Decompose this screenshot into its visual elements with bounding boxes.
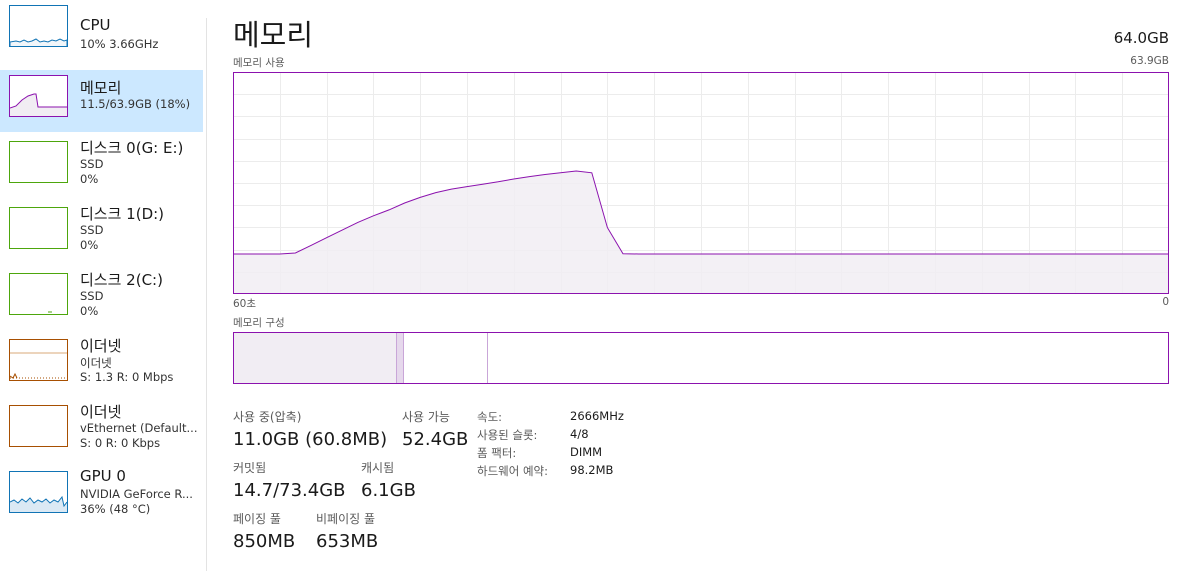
cpu-thumbnail-graph <box>9 5 68 47</box>
gpu-thumbnail-graph <box>9 471 68 513</box>
available-value: 52.4GB <box>402 429 469 450</box>
sidebar-item-title: 디스크 2(C:) <box>80 271 163 289</box>
cached-label: 캐시됨 <box>361 461 395 475</box>
sidebar-item-title: 디스크 0(G: E:) <box>80 139 184 157</box>
usage-graph-label: 메모리 사용 <box>233 57 285 69</box>
composition-modified[interactable] <box>397 333 404 383</box>
speed-value: 2666MHz <box>570 409 624 423</box>
composition-label: 메모리 구성 <box>233 317 285 329</box>
sidebar-item-memory[interactable]: 메모리 11.5/63.9GB (18%) <box>0 70 203 132</box>
sidebar-item-title: 이더넷 <box>80 403 122 421</box>
composition-free[interactable] <box>488 333 1167 383</box>
sidebar-item-value: 0% <box>80 304 99 318</box>
disk-thumbnail-graph <box>9 207 68 249</box>
sidebar-item-detail: 11.5/63.9GB (18%) <box>80 97 191 111</box>
sidebar-item-value: S: 1.3 R: 0 Mbps <box>80 370 174 384</box>
in-use-value: 11.0GB (60.8MB) <box>233 429 388 450</box>
usage-graph-max: 63.9GB <box>1130 55 1169 67</box>
sidebar-item-disk-1[interactable]: 디스크 1(D:) SSD 0% <box>0 202 203 264</box>
speed-label: 속도: <box>477 410 503 424</box>
sidebar-item-detail: 10% 3.66GHz <box>80 37 159 51</box>
sidebar-item-detail: SSD <box>80 157 104 171</box>
in-use-label: 사용 중(압축) <box>233 410 302 424</box>
sidebar-item-detail: SSD <box>80 289 104 303</box>
sidebar: CPU 10% 3.66GHz 메모리 11.5/63.9GB (18%) 디스… <box>0 0 203 571</box>
slots-used-value: 4/8 <box>570 427 589 441</box>
hardware-reserved-label: 하드웨어 예약: <box>477 464 549 478</box>
nonpaged-pool-value: 653MB <box>316 531 379 552</box>
sidebar-item-title: 메모리 <box>80 79 122 97</box>
cached-value: 6.1GB <box>361 480 416 501</box>
sidebar-item-disk-2[interactable]: 디스크 2(C:) SSD 0% <box>0 268 203 330</box>
sidebar-item-ethernet[interactable]: 이더넷 이더넷 S: 1.3 R: 0 Mbps <box>0 334 203 396</box>
sidebar-item-value: 0% <box>80 172 99 186</box>
sidebar-item-detail: SSD <box>80 223 104 237</box>
sidebar-item-vethernet[interactable]: 이더넷 vEthernet (Default... S: 0 R: 0 Kbps <box>0 400 203 462</box>
available-label: 사용 가능 <box>402 410 450 424</box>
page-title: 메모리 <box>233 18 314 52</box>
axis-label-start: 60초 <box>233 298 257 310</box>
ethernet-thumbnail-graph <box>9 339 68 381</box>
memory-usage-chart <box>233 72 1169 294</box>
form-factor-value: DIMM <box>570 445 603 459</box>
memory-thumbnail-graph <box>9 75 68 117</box>
composition-in-use[interactable] <box>234 333 397 383</box>
disk-thumbnail-graph <box>9 273 68 315</box>
sidebar-item-disk-0[interactable]: 디스크 0(G: E:) SSD 0% <box>0 136 203 198</box>
form-factor-label: 폼 팩터: <box>477 446 517 460</box>
sidebar-item-cpu[interactable]: CPU 10% 3.66GHz <box>0 0 203 62</box>
committed-label: 커밋됨 <box>233 461 267 475</box>
axis-label-end: 0 <box>1162 296 1169 308</box>
sidebar-item-title: 이더넷 <box>80 337 122 355</box>
committed-value: 14.7/73.4GB <box>233 480 346 501</box>
sidebar-item-value: 36% (48 °C) <box>80 502 151 516</box>
memory-detail-pane: 메모리 64.0GB 메모리 사용 63.9GB 60초 0 메모리 구성 사용… <box>207 0 1189 571</box>
paged-pool-value: 850MB <box>233 531 296 552</box>
sidebar-item-detail: vEthernet (Default... <box>80 421 198 435</box>
memory-composition-bar[interactable] <box>233 332 1169 384</box>
paged-pool-label: 페이징 풀 <box>233 512 281 526</box>
disk-thumbnail-graph <box>9 141 68 183</box>
sidebar-item-title: 디스크 1(D:) <box>80 205 165 223</box>
hardware-reserved-value: 98.2MB <box>570 463 614 477</box>
sidebar-item-gpu-0[interactable]: GPU 0 NVIDIA GeForce R... 36% (48 °C) <box>0 466 203 528</box>
slots-used-label: 사용된 슬롯: <box>477 428 538 442</box>
total-memory: 64.0GB <box>1113 29 1169 47</box>
composition-standby[interactable] <box>404 333 488 383</box>
sidebar-item-detail: NVIDIA GeForce R... <box>80 487 193 501</box>
sidebar-item-value: 0% <box>80 238 99 252</box>
nonpaged-pool-label: 비페이징 풀 <box>316 512 376 526</box>
ethernet-thumbnail-graph <box>9 405 68 447</box>
sidebar-item-value: S: 0 R: 0 Kbps <box>80 436 161 450</box>
sidebar-item-detail: 이더넷 <box>80 356 112 370</box>
sidebar-item-title: GPU 0 <box>80 467 126 485</box>
sidebar-item-title: CPU <box>80 16 111 34</box>
